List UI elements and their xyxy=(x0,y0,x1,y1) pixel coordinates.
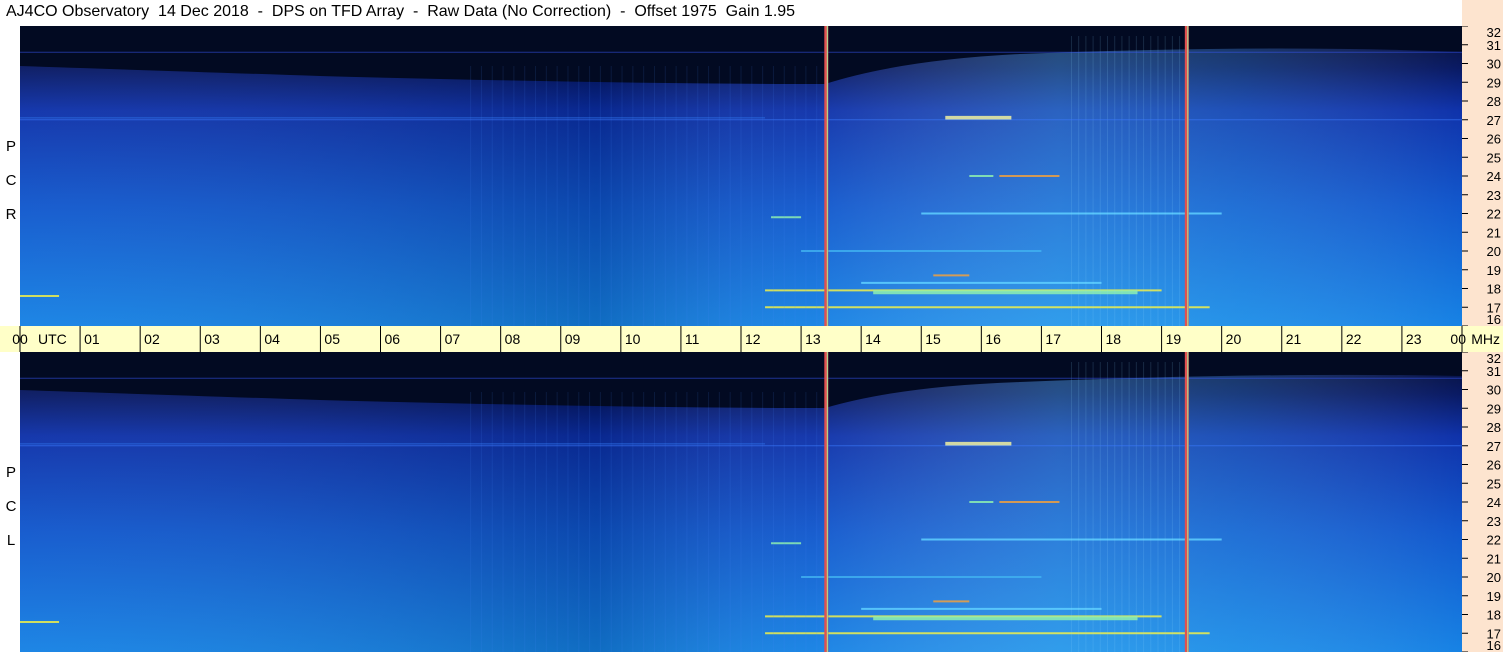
chart-title: AJ4CO Observatory 14 Dec 2018 - DPS on T… xyxy=(6,3,796,20)
time-tick-label: 12 xyxy=(745,331,761,347)
lcp-emission-band xyxy=(801,576,1042,578)
rcp-frequency-axis: 16 17 18 19 20 21 22 23 24 25 26 27 28 29 30 31 32 xyxy=(1462,26,1503,326)
frequency-tick-label: 23 xyxy=(1487,188,1501,203)
frequency-tick-label: 17 xyxy=(1487,300,1501,315)
frequency-tick-label: 22 xyxy=(1487,533,1501,548)
lcp-spectrogram xyxy=(20,352,1462,652)
time-unit-label: UTC xyxy=(38,331,67,347)
frequency-tick-label: 19 xyxy=(1487,589,1501,604)
rcp-overlay xyxy=(20,26,1462,326)
frequency-tick-label: 30 xyxy=(1487,383,1501,398)
frequency-tick-label: 21 xyxy=(1487,551,1501,566)
lcp-emission-band xyxy=(20,443,766,445)
frequency-tick-label: 29 xyxy=(1487,401,1501,416)
lcp-emission-band xyxy=(861,607,1102,610)
frequency-tick-label: 31 xyxy=(1487,38,1501,53)
rcp-emission-band xyxy=(801,250,1042,252)
time-tick-label: 19 xyxy=(1166,331,1182,347)
frequency-tick-label: 26 xyxy=(1487,132,1501,147)
rcp-letter-3: R xyxy=(5,206,17,223)
time-tick-label: 06 xyxy=(385,331,401,347)
lcp-emission-band xyxy=(933,600,970,603)
time-tick-label: 23 xyxy=(1406,331,1422,347)
time-tick-label: 08 xyxy=(505,331,521,347)
frequency-tick-label: 20 xyxy=(1487,570,1501,585)
lcp-letter-1: P xyxy=(5,464,16,481)
time-tick-label: 00 xyxy=(1450,331,1466,347)
time-tick-label: 15 xyxy=(925,331,941,347)
frequency-tick-label: 32 xyxy=(1487,26,1501,40)
time-tick-label: 22 xyxy=(1346,331,1362,347)
frequency-tick-label: 26 xyxy=(1487,458,1501,473)
rcp-emission-band xyxy=(861,281,1102,284)
frequency-tick-label: 23 xyxy=(1487,514,1501,529)
frequency-tick-label: 31 xyxy=(1487,364,1501,379)
time-tick-label: 16 xyxy=(985,331,1001,347)
lcp-frequency-axis-svg: 1617181920212223242526272829303132 xyxy=(1462,352,1501,652)
lcp-emission-band xyxy=(771,542,802,545)
rcp-letter-1: P xyxy=(5,138,16,155)
frequency-tick-label: 19 xyxy=(1487,263,1501,278)
frequency-tick-label: 27 xyxy=(1487,439,1501,454)
rcp-emission-band xyxy=(969,175,994,177)
frequency-unit-label: MHz xyxy=(1471,331,1500,347)
rcp-emission-band xyxy=(765,306,1210,309)
lcp-overlay xyxy=(20,352,1462,652)
rcp-emission-band xyxy=(20,117,766,119)
frequency-tick-label: 30 xyxy=(1487,57,1501,72)
lcp-letter-2: C xyxy=(5,498,17,515)
lcp-frequency-axis: 16 17 18 19 20 21 22 23 24 25 26 27 28 29 30 31 32 xyxy=(1462,352,1503,652)
lcp-emission-band xyxy=(969,501,994,503)
frequency-tick-label: 25 xyxy=(1487,150,1501,165)
rcp-emission-band xyxy=(999,175,1060,177)
frequency-tick-label: 22 xyxy=(1487,207,1501,222)
frequency-tick-label: 28 xyxy=(1487,94,1501,109)
time-axis-svg: 00 01 02 03 04 05 06 07 08 09 10 11 12 13 14 15 16 17 18 19… xyxy=(12,326,1500,352)
time-tick-label: 04 xyxy=(264,331,280,347)
lcp-emission-band xyxy=(999,501,1060,503)
time-axis: 00 01 02 03 04 05 06 07 08 09 10 11 12 13 14 15 16 17 18 19… xyxy=(0,326,1503,352)
time-tick-label: 21 xyxy=(1286,331,1302,347)
rcp-emission-band xyxy=(873,290,1138,295)
frequency-tick-label: 20 xyxy=(1487,244,1501,259)
scale-corner xyxy=(1462,0,1503,26)
time-tick-label: 00 xyxy=(12,331,28,347)
time-tick-label: 10 xyxy=(625,331,641,347)
lcp-label: P C L xyxy=(4,456,18,558)
frequency-tick-label: 28 xyxy=(1487,420,1501,435)
rcp-spectrogram xyxy=(20,26,1462,326)
time-tick-label: 07 xyxy=(445,331,461,347)
frequency-tick-label: 25 xyxy=(1487,476,1501,491)
time-tick-label: 03 xyxy=(204,331,220,347)
time-tick-label: 01 xyxy=(84,331,100,347)
frequency-tick-label: 18 xyxy=(1487,608,1501,623)
rcp-letter-2: C xyxy=(5,172,17,189)
frequency-tick-label: 18 xyxy=(1487,282,1501,297)
frequency-tick-label: 17 xyxy=(1487,626,1501,641)
lcp-letter-3: L xyxy=(6,532,16,549)
rcp-emission-band xyxy=(20,295,60,297)
frequency-tick-label: 24 xyxy=(1487,495,1501,510)
time-tick-label: 02 xyxy=(144,331,160,347)
rcp-frequency-axis-svg: 1617181920212223242526272829303132 xyxy=(1462,26,1501,326)
rcp-label: P C R xyxy=(4,130,18,232)
frequency-tick-label: 29 xyxy=(1487,75,1501,90)
time-tick-label: 13 xyxy=(805,331,821,347)
time-tick-label: 11 xyxy=(685,331,700,347)
frequency-tick-label: 21 xyxy=(1487,225,1501,240)
time-tick-label: 20 xyxy=(1226,331,1242,347)
lcp-emission-band xyxy=(765,632,1210,635)
rcp-emission-band xyxy=(933,274,970,277)
frequency-tick-label: 27 xyxy=(1487,113,1501,128)
time-tick-label: 05 xyxy=(324,331,340,347)
time-tick-label: 17 xyxy=(1045,331,1061,347)
time-tick-label: 14 xyxy=(865,331,881,347)
rcp-emission-band xyxy=(771,216,802,219)
time-tick-label: 09 xyxy=(565,331,581,347)
lcp-emission-band xyxy=(20,621,60,623)
time-tick-label: 18 xyxy=(1106,331,1122,347)
frequency-tick-label: 24 xyxy=(1487,169,1501,184)
frequency-tick-label: 32 xyxy=(1487,352,1501,366)
lcp-emission-band xyxy=(873,616,1138,621)
